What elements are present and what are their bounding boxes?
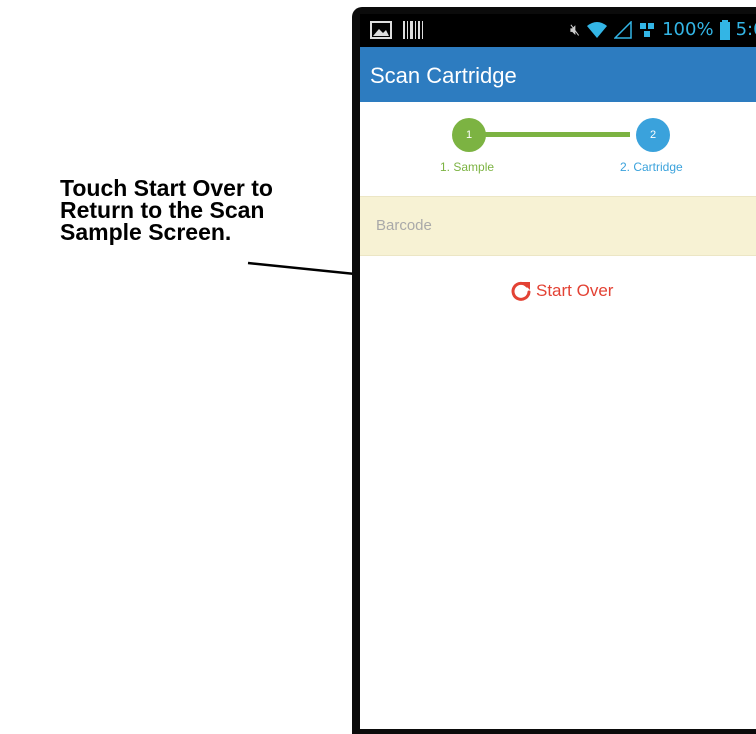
progress-stepper: 1 2 1. Sample 2. Cartridge	[360, 102, 756, 194]
step-connector	[470, 132, 630, 137]
barcode-placeholder: Barcode	[376, 217, 432, 234]
barcode-icon	[403, 21, 423, 39]
network-icon	[640, 22, 655, 37]
page-title: Scan Cartridge	[370, 63, 517, 88]
wifi-icon	[587, 21, 608, 38]
refresh-icon	[511, 281, 531, 301]
step-1-indicator[interactable]: 1	[452, 118, 486, 152]
battery-percent: 100%	[662, 19, 714, 40]
step-2-indicator[interactable]: 2	[636, 118, 670, 152]
barcode-field[interactable]: Barcode	[360, 196, 756, 256]
instruction-page: Touch Start Over to Return to the Scan S…	[0, 0, 756, 734]
clock: 5:08	[735, 19, 756, 40]
instruction-callout: Touch Start Over to Return to the Scan S…	[60, 175, 300, 245]
step-2-label: 2. Cartridge	[620, 160, 683, 174]
callout-line-3: Sample Screen.	[60, 219, 232, 245]
callout-line-2: Return to the Scan	[60, 197, 265, 223]
app-bar: Scan Cartridge	[360, 47, 756, 102]
status-bar: 🔇︎ 100% 5:	[360, 14, 756, 47]
start-over-button[interactable]: Start Over	[510, 280, 613, 302]
callout-line-1: Touch Start Over to	[60, 175, 273, 201]
step-1-label: 1. Sample	[440, 160, 495, 174]
phone-screen: 🔇︎ 100% 5: Scan Cartridge 1 2 1. Sample …	[360, 14, 756, 729]
phone-frame: 🔇︎ 100% 5: Scan Cartridge 1 2 1. Sample …	[352, 7, 756, 734]
signal-icon	[614, 20, 632, 39]
start-over-label: Start Over	[536, 281, 614, 300]
image-icon	[370, 21, 392, 39]
battery-icon	[719, 19, 730, 40]
mute-icon: 🔇︎	[570, 19, 581, 39]
